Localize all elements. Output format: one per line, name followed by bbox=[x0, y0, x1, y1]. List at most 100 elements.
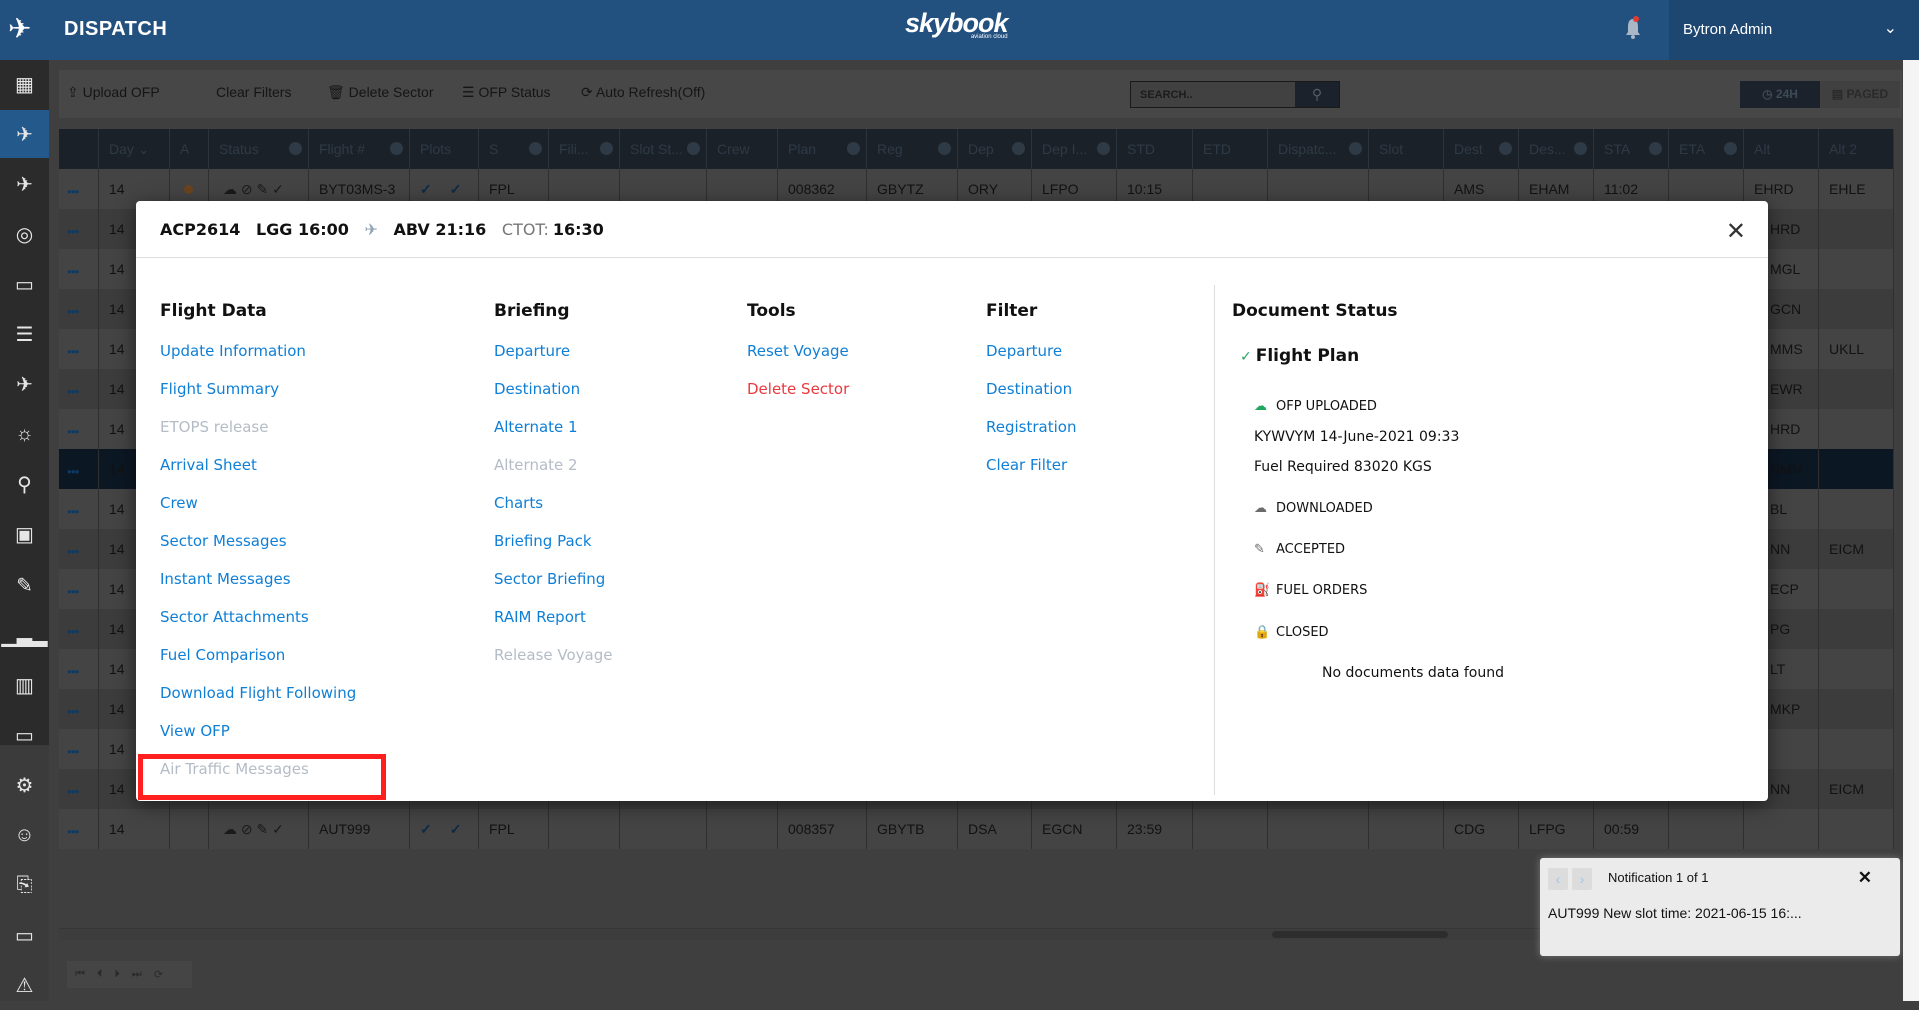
chevron-right-icon[interactable]: › bbox=[1572, 868, 1592, 890]
menu-link-raim-report[interactable]: RAIM Report bbox=[494, 607, 612, 645]
close-icon[interactable]: ✕ bbox=[1858, 868, 1872, 888]
airplane-icon[interactable]: ✈ bbox=[0, 110, 49, 159]
filter-icon[interactable] bbox=[938, 142, 951, 155]
radar-icon[interactable]: ◎ bbox=[0, 210, 49, 258]
filter-icon[interactable] bbox=[289, 142, 302, 155]
refresh-icon[interactable]: ⟳ bbox=[154, 968, 163, 981]
scrollbar-thumb[interactable] bbox=[1272, 931, 1448, 938]
monitor-icon[interactable]: ▭ bbox=[0, 711, 49, 759]
menu-link-sector-messages[interactable]: Sector Messages bbox=[160, 531, 356, 569]
menu-link-instant-messages[interactable]: Instant Messages bbox=[160, 569, 356, 607]
more-actions-icon[interactable]: ●●● bbox=[67, 467, 79, 476]
upload-ofp-button[interactable]: ⇪ Upload OFP bbox=[67, 84, 160, 101]
more-actions-icon[interactable]: ●●● bbox=[67, 827, 79, 836]
user-menu[interactable]: Bytron Admin ⌄ bbox=[1669, 0, 1919, 60]
column-header-sta[interactable]: STA bbox=[1594, 129, 1669, 169]
prev-page-icon[interactable]: ⏴ bbox=[97, 968, 103, 981]
column-header-day[interactable]: Day ⌄ bbox=[99, 129, 170, 169]
more-actions-icon[interactable]: ●●● bbox=[67, 307, 79, 316]
books-icon[interactable]: ▥ bbox=[0, 661, 49, 709]
airplane-clock-icon[interactable]: ✈ bbox=[0, 160, 49, 208]
column-header-alt[interactable]: Alt bbox=[1744, 129, 1819, 169]
weather-icon[interactable]: ☼ bbox=[0, 411, 49, 459]
menu-link-sector-attachments[interactable]: Sector Attachments bbox=[160, 607, 356, 645]
column-header-slot-status[interactable]: Slot St... bbox=[620, 129, 707, 169]
24h-button[interactable]: ◷ 24H bbox=[1740, 81, 1820, 108]
bell-icon[interactable] bbox=[1623, 16, 1643, 40]
column-header-dispatcher[interactable]: Dispatc... bbox=[1268, 129, 1369, 169]
menu-link-alternate-1[interactable]: Alternate 1 bbox=[494, 417, 612, 455]
menu-link-delete-sector[interactable]: Delete Sector bbox=[747, 379, 849, 417]
menu-link-destination[interactable]: Destination bbox=[494, 379, 612, 417]
menu-link-destination[interactable]: Destination bbox=[986, 379, 1076, 417]
menu-link-download-flight-following[interactable]: Download Flight Following bbox=[160, 683, 356, 721]
delete-sector-button[interactable]: 🗑 Delete Sector bbox=[327, 84, 434, 101]
pin-icon[interactable]: ⚲ bbox=[0, 461, 49, 509]
menu-link-crew[interactable]: Crew bbox=[160, 493, 356, 531]
column-header-s[interactable]: S bbox=[479, 129, 549, 169]
clipboard-icon[interactable]: ✎ bbox=[0, 561, 49, 609]
airplane-globe-icon[interactable]: ✈ bbox=[0, 361, 49, 409]
drawer-icon[interactable]: ☰ bbox=[0, 311, 49, 359]
column-header-eta[interactable]: ETA bbox=[1669, 129, 1744, 169]
bar-chart-icon[interactable]: ▁▃▂ bbox=[0, 611, 49, 659]
more-actions-icon[interactable]: ●●● bbox=[67, 507, 79, 516]
column-header-status[interactable]: Status bbox=[209, 129, 309, 169]
search-icon[interactable]: ⚲ bbox=[1295, 82, 1339, 107]
filter-icon[interactable] bbox=[600, 142, 613, 155]
column-header-crew[interactable]: Crew bbox=[707, 129, 778, 169]
filter-icon[interactable] bbox=[1649, 142, 1662, 155]
more-actions-icon[interactable]: ●●● bbox=[67, 587, 79, 596]
filter-icon[interactable] bbox=[1097, 142, 1110, 155]
menu-link-charts[interactable]: Charts bbox=[494, 493, 612, 531]
devices-icon[interactable]: ▭ bbox=[0, 912, 49, 960]
column-header-alt2[interactable]: Alt 2 bbox=[1819, 129, 1894, 169]
filter-icon[interactable] bbox=[847, 142, 860, 155]
auto-refresh-button[interactable]: ⟳ Auto Refresh(Off) bbox=[581, 84, 705, 101]
more-actions-icon[interactable]: ●●● bbox=[67, 547, 79, 556]
ofp-status-button[interactable]: ☰ OFP Status bbox=[462, 84, 551, 101]
menu-link-fuel-comparison[interactable]: Fuel Comparison bbox=[160, 645, 356, 683]
chevron-left-icon[interactable]: ‹ bbox=[1548, 868, 1568, 890]
safe-icon[interactable]: ▣ bbox=[0, 511, 49, 559]
filter-icon[interactable] bbox=[687, 142, 700, 155]
column-header-flight[interactable]: Flight # bbox=[309, 129, 410, 169]
menu-link-departure[interactable]: Departure bbox=[986, 341, 1076, 379]
warning-icon[interactable]: ⚠ bbox=[0, 962, 49, 1010]
menu-link-registration[interactable]: Registration bbox=[986, 417, 1076, 455]
sort-icon[interactable]: ⌄ bbox=[134, 141, 150, 157]
filter-icon[interactable] bbox=[1012, 142, 1025, 155]
more-actions-icon[interactable]: ●●● bbox=[67, 787, 79, 796]
more-actions-icon[interactable]: ●●● bbox=[67, 707, 79, 716]
more-actions-icon[interactable]: ●●● bbox=[67, 267, 79, 276]
column-header-dest[interactable]: Dest bbox=[1444, 129, 1519, 169]
menu-link-reset-voyage[interactable]: Reset Voyage bbox=[747, 341, 849, 379]
more-actions-icon[interactable]: ●●● bbox=[67, 387, 79, 396]
menu-link-clear-filter[interactable]: Clear Filter bbox=[986, 455, 1076, 493]
column-header-slot[interactable]: Slot bbox=[1369, 129, 1444, 169]
filter-icon[interactable] bbox=[390, 142, 403, 155]
menu-link-sector-briefing[interactable]: Sector Briefing bbox=[494, 569, 612, 607]
paged-button[interactable]: ▤ PAGED bbox=[1820, 81, 1900, 108]
column-header-etd[interactable]: ETD bbox=[1193, 129, 1268, 169]
filter-icon[interactable] bbox=[1499, 142, 1512, 155]
column-header-std[interactable]: STD bbox=[1117, 129, 1193, 169]
more-actions-icon[interactable]: ●●● bbox=[67, 427, 79, 436]
more-actions-icon[interactable]: ●●● bbox=[67, 347, 79, 356]
column-header-a[interactable]: A bbox=[170, 129, 209, 169]
menu-link-update-information[interactable]: Update Information bbox=[160, 341, 356, 379]
more-actions-icon[interactable]: ●●● bbox=[67, 227, 79, 236]
more-actions-icon[interactable]: ●●● bbox=[67, 747, 79, 756]
menu-link-flight-summary[interactable]: Flight Summary bbox=[160, 379, 356, 417]
gears-icon[interactable]: ⚙ bbox=[0, 761, 49, 809]
more-actions-icon[interactable]: ●●● bbox=[67, 667, 79, 676]
table-row[interactable]: ●●● 14 ☁ ⊘ ✎ ✓ AUT999 ✓ ✓ FPL 008357 GBYTB DSA EG… bbox=[59, 809, 1894, 849]
grid-icon[interactable]: ▦ bbox=[0, 60, 49, 108]
column-header-dep-icao[interactable]: Dep I... bbox=[1032, 129, 1117, 169]
column-header-dest-icao[interactable]: Des... bbox=[1519, 129, 1594, 169]
code-file-icon[interactable]: ⎘ bbox=[0, 862, 49, 910]
column-header-plan[interactable]: Plan bbox=[778, 129, 867, 169]
menu-link-briefing-pack[interactable]: Briefing Pack bbox=[494, 531, 612, 569]
column-header-reg[interactable]: Reg bbox=[867, 129, 958, 169]
first-page-icon[interactable]: ⏮ bbox=[75, 968, 85, 981]
